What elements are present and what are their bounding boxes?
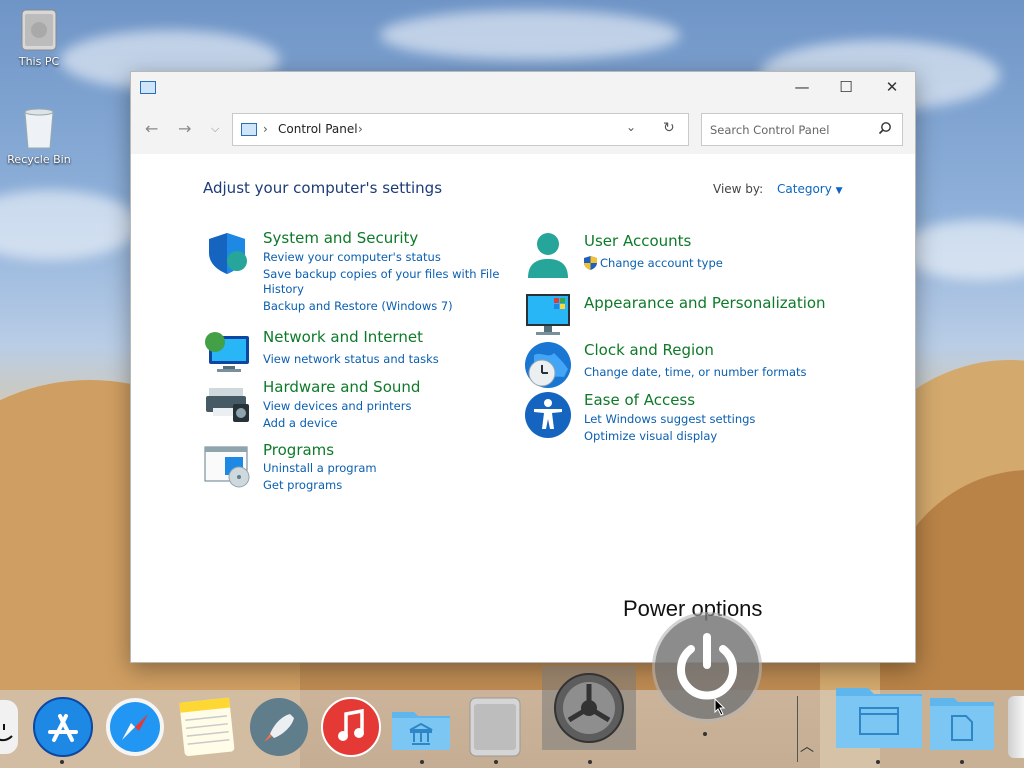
chevron-up-icon[interactable]: ︿: [800, 736, 814, 756]
category-title[interactable]: Network and Internet: [263, 328, 423, 346]
breadcrumb-chevron-icon[interactable]: ›: [358, 122, 363, 136]
accessibility-icon[interactable]: [524, 391, 572, 439]
network-globe-icon[interactable]: [203, 328, 251, 376]
control-panel-window: — ☐ ✕ ← → ⌵ › Control Panel › ⌄ ↻ Search…: [130, 71, 916, 663]
running-indicator: [703, 732, 707, 736]
maximize-button[interactable]: ☐: [823, 72, 869, 102]
finder-icon[interactable]: [0, 696, 22, 758]
user-icon[interactable]: [524, 232, 572, 280]
this-pc-desktop-icon[interactable]: This PC: [4, 8, 74, 68]
running-indicator: [420, 760, 424, 764]
printer-icon[interactable]: [203, 378, 251, 426]
recycle-bin-label: Recycle Bin: [7, 153, 71, 166]
programs-icon[interactable]: [203, 441, 251, 489]
category-link[interactable]: Change date, time, or number formats: [584, 365, 807, 379]
search-box[interactable]: Search Control Panel: [701, 113, 903, 146]
minimize-button[interactable]: —: [779, 72, 825, 102]
control-panel-icon: [241, 123, 257, 136]
uac-shield-icon: [584, 256, 597, 273]
category-link[interactable]: Let Windows suggest settings: [584, 412, 755, 426]
category-title[interactable]: User Accounts: [584, 232, 691, 250]
category-link[interactable]: Optimize visual display: [584, 429, 717, 443]
monitor-icon[interactable]: [524, 292, 572, 340]
view-by-value[interactable]: Category: [777, 182, 832, 196]
address-dropdown-icon[interactable]: ⌄: [626, 120, 636, 134]
category-link[interactable]: Get programs: [263, 478, 342, 492]
recycle-bin-icon: [19, 106, 59, 150]
title-bar[interactable]: — ☐ ✕: [131, 72, 915, 102]
chevron-down-icon[interactable]: ▼: [836, 186, 843, 196]
app-store-icon[interactable]: [32, 696, 94, 758]
close-button[interactable]: ✕: [869, 72, 915, 102]
view-by-dropdown[interactable]: Category ▼: [777, 182, 843, 196]
running-indicator: [588, 760, 592, 764]
notes-icon[interactable]: [176, 696, 238, 758]
category-title[interactable]: Appearance and Personalization: [584, 294, 826, 312]
this-pc-label: This PC: [18, 55, 60, 68]
folder-icon[interactable]: [834, 680, 924, 750]
category-link[interactable]: View devices and printers: [263, 399, 411, 413]
navigation-toolbar: ← → ⌵ › Control Panel › ⌄ ↻ Search Contr…: [131, 102, 915, 154]
folder-icon[interactable]: [390, 696, 452, 758]
breadcrumb-separator-icon[interactable]: ›: [263, 122, 268, 136]
power-icon[interactable]: [655, 615, 759, 719]
category-title[interactable]: Ease of Access: [584, 391, 695, 409]
recent-locations-chevron-icon[interactable]: ⌵: [211, 122, 219, 136]
search-placeholder: Search Control Panel: [710, 123, 830, 137]
cursor-pointer-icon: [714, 697, 726, 719]
clock-globe-icon[interactable]: [524, 341, 572, 389]
address-bar[interactable]: › Control Panel › ⌄ ↻: [232, 113, 689, 146]
music-icon[interactable]: [320, 696, 382, 758]
category-title[interactable]: Programs: [263, 441, 334, 459]
system-preferences-icon[interactable]: [542, 666, 636, 750]
running-indicator: [494, 760, 498, 764]
shield-icon[interactable]: [203, 229, 251, 277]
launchpad-icon[interactable]: [248, 696, 310, 758]
running-indicator: [876, 760, 880, 764]
running-indicator: [60, 760, 64, 764]
cylinder-app-icon[interactable]: [1008, 696, 1024, 758]
folder-icon[interactable]: [928, 690, 996, 752]
category-link[interactable]: Save backup copies of your files with Fi…: [263, 267, 499, 281]
dock-separator: [797, 696, 798, 762]
view-by-label: View by:: [713, 182, 764, 196]
category-title[interactable]: Hardware and Sound: [263, 378, 420, 396]
category-link[interactable]: Add a device: [263, 416, 337, 430]
page-title: Adjust your computer's settings: [203, 179, 443, 197]
category-title[interactable]: System and Security: [263, 229, 418, 247]
category-link[interactable]: Review your computer's status: [263, 250, 441, 264]
category-title[interactable]: Clock and Region: [584, 341, 714, 359]
forward-arrow-icon[interactable]: →: [178, 119, 191, 138]
control-panel-icon: [140, 81, 156, 94]
search-icon[interactable]: [878, 121, 892, 138]
breadcrumb-control-panel[interactable]: Control Panel: [278, 122, 358, 136]
category-link[interactable]: History: [263, 282, 304, 296]
category-link[interactable]: Uninstall a program: [263, 461, 377, 475]
view-by-control: View by: Category ▼: [713, 182, 843, 196]
category-link[interactable]: Change account type: [600, 256, 723, 270]
mac-pro-icon: [19, 8, 59, 52]
mac-pro-icon[interactable]: [464, 696, 526, 758]
safari-icon[interactable]: [104, 696, 166, 758]
running-indicator: [960, 760, 964, 764]
back-arrow-icon[interactable]: ←: [145, 119, 158, 138]
category-link[interactable]: Backup and Restore (Windows 7): [263, 299, 453, 313]
recycle-bin-desktop-icon[interactable]: Recycle Bin: [4, 106, 74, 166]
category-link[interactable]: View network status and tasks: [263, 352, 439, 366]
refresh-icon[interactable]: ↻: [663, 120, 675, 136]
